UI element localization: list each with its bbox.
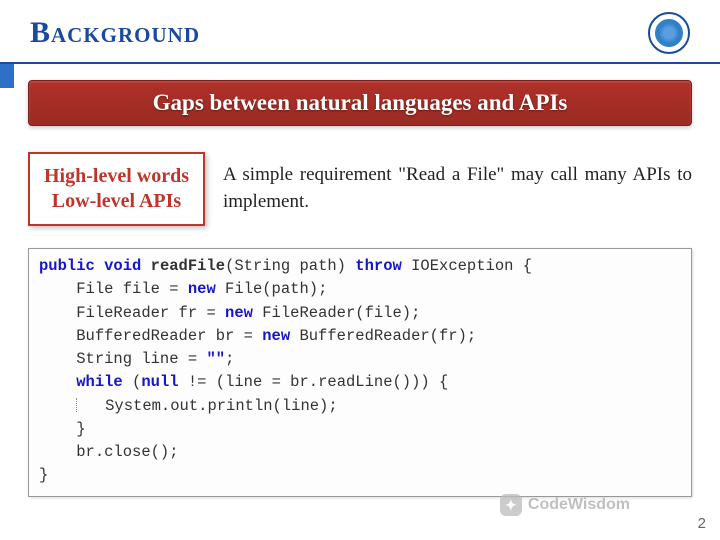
watermark: ✦ CodeWisdom — [500, 494, 630, 516]
code-text: String line = — [76, 350, 206, 368]
code-kw: new — [188, 280, 216, 298]
code-kw: new — [262, 327, 290, 345]
slide-title: Background — [30, 16, 200, 50]
code-text: FileReader fr = — [76, 304, 225, 322]
code-kw: new — [225, 304, 253, 322]
highlight-box: High-level words Low-level APIs — [28, 152, 205, 226]
code-text: (String path) — [225, 257, 355, 275]
code-text: System.out.println(line); — [105, 397, 338, 415]
header: Background — [0, 0, 720, 64]
code-text: ; — [225, 350, 234, 368]
code-text: File(path); — [216, 280, 328, 298]
code-string: "" — [206, 350, 225, 368]
description-text: A simple requirement "Read a File" may c… — [223, 162, 692, 215]
code-text: File file = — [76, 280, 188, 298]
code-kw: null — [141, 373, 178, 391]
code-kw: throw — [355, 257, 402, 275]
code-text: FileReader(file); — [253, 304, 420, 322]
indent-guide-icon — [76, 398, 77, 412]
code-method-name: readFile — [151, 257, 225, 275]
box-line1: High-level words — [44, 164, 189, 189]
watermark-text: CodeWisdom — [528, 496, 630, 514]
code-text: BufferedReader(fr); — [290, 327, 476, 345]
code-kw: public void — [39, 257, 141, 275]
banner-heading: Gaps between natural languages and APIs — [28, 80, 692, 126]
logo-inner — [655, 19, 683, 47]
code-block: public void readFile(String path) throw … — [28, 248, 692, 497]
code-text: } — [76, 420, 85, 438]
wechat-icon: ✦ — [500, 494, 522, 516]
side-tab — [0, 64, 14, 88]
page-number: 2 — [698, 515, 706, 532]
code-text: ( — [123, 373, 142, 391]
code-text: != (line = br.readLine())) { — [179, 373, 449, 391]
code-text: IOException { — [402, 257, 532, 275]
code-kw: while — [76, 373, 123, 391]
content-row: High-level words Low-level APIs A simple… — [28, 152, 692, 226]
box-line2: Low-level APIs — [44, 189, 189, 214]
code-text: BufferedReader br = — [76, 327, 262, 345]
logo-icon — [648, 12, 690, 54]
code-text: br.close(); — [76, 443, 178, 461]
code-text: } — [39, 466, 48, 484]
